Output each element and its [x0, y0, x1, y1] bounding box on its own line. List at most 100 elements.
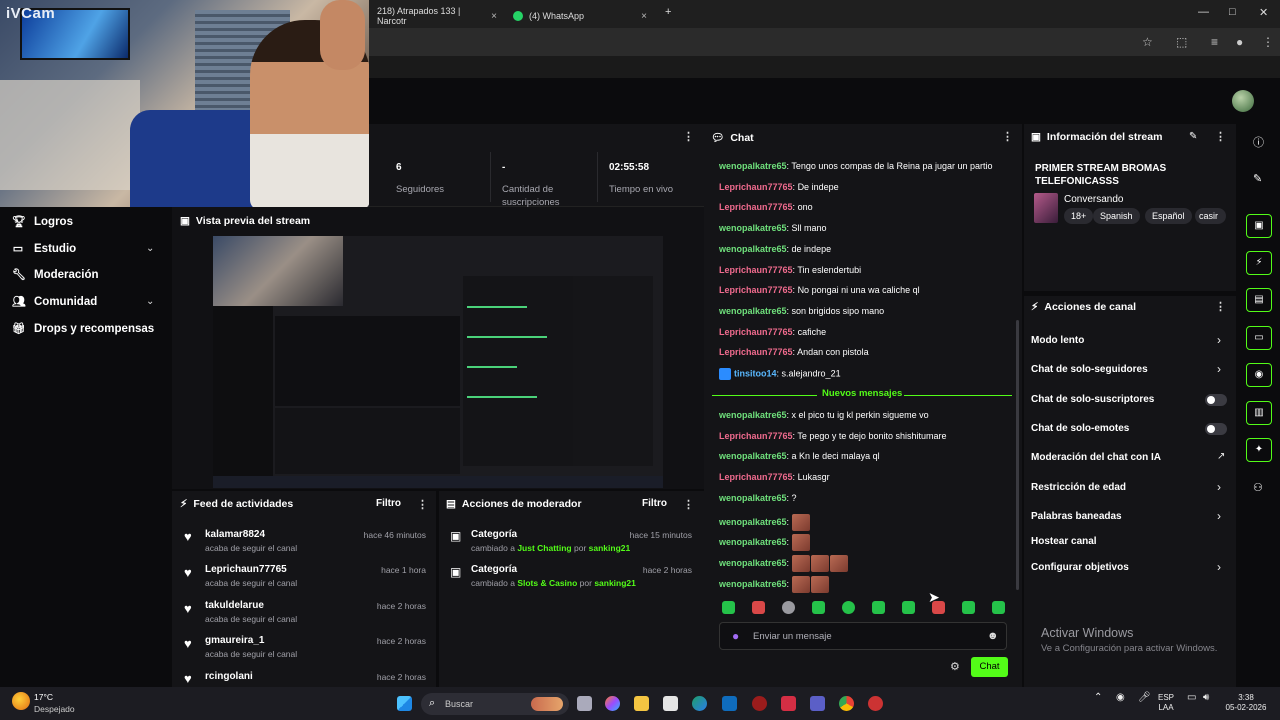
chevron-down-icon[interactable]: ⌄: [146, 243, 154, 254]
store-icon[interactable]: [663, 696, 678, 711]
stream-category[interactable]: Conversando: [1064, 194, 1123, 205]
gear-icon[interactable]: ⚙: [950, 660, 960, 673]
mod-filter-button[interactable]: Filtro: [642, 498, 667, 509]
outlook-icon[interactable]: [722, 696, 737, 711]
emote-image[interactable]: [810, 554, 829, 572]
chat-message-input[interactable]: ● Enviar un mensaje ☻: [719, 622, 1007, 650]
chat-username[interactable]: Leprichaun77765: [719, 347, 793, 357]
chat-menu-icon[interactable]: ⋮: [1002, 130, 1013, 143]
tag[interactable]: 18+: [1064, 208, 1094, 224]
tag[interactable]: casir: [1195, 208, 1226, 224]
chat-username[interactable]: wenopalkatre65: [719, 306, 787, 316]
emote-icon[interactable]: [722, 601, 735, 614]
nav-item-comunidad[interactable]: 👥︎ Comunidad: [12, 295, 97, 309]
chat-username[interactable]: tinsitoo14: [734, 368, 777, 378]
edit-icon[interactable]: ✎: [1189, 131, 1197, 142]
bookmark-star-icon[interactable]: ☆: [1142, 35, 1153, 49]
category-thumbnail[interactable]: [1034, 193, 1058, 223]
chevron-right-icon[interactable]: ›: [1217, 362, 1221, 376]
chevron-right-icon[interactable]: ›: [1217, 333, 1221, 347]
action-banned-words[interactable]: Palabras baneadas: [1031, 511, 1122, 522]
channel-actions-menu-icon[interactable]: ⋮: [1215, 300, 1226, 313]
stream-preview-video[interactable]: [213, 236, 663, 488]
chat-username[interactable]: wenopalkatre65: [719, 161, 787, 171]
rail-button-bolt[interactable]: ⚡︎: [1246, 251, 1272, 275]
network-icon[interactable]: ▭: [1187, 693, 1196, 703]
action-configure-goals[interactable]: Configurar objetivos: [1031, 562, 1129, 573]
emote-icon[interactable]: [902, 601, 915, 614]
nav-item-logros[interactable]: 🏆︎ Logros: [12, 215, 73, 229]
stream-info-menu-icon[interactable]: ⋮: [1215, 130, 1226, 143]
user-avatar[interactable]: [1232, 90, 1254, 112]
chat-username[interactable]: wenopalkatre65: [719, 451, 787, 461]
chat-username[interactable]: wenopalkatre65: [719, 493, 787, 503]
volume-icon[interactable]: 🔊︎: [1203, 693, 1209, 703]
chat-username[interactable]: Leprichaun77765: [719, 472, 793, 482]
emote-icon[interactable]: [782, 601, 795, 614]
feed-user[interactable]: Leprichaun77765: [205, 564, 287, 575]
rail-button-list[interactable]: ▤: [1246, 288, 1272, 312]
app-icon-2[interactable]: [868, 696, 883, 711]
nav-item-estudio[interactable]: ▭ Estudio: [12, 242, 76, 256]
action-slow-mode[interactable]: Modo lento: [1031, 335, 1084, 346]
tab-close-icon[interactable]: ×: [491, 11, 497, 22]
emote-icon[interactable]: [812, 601, 825, 614]
feed-user[interactable]: rcingolani: [205, 671, 253, 682]
rail-button-chat[interactable]: ▭: [1246, 326, 1272, 350]
browser-tab-whatsapp[interactable]: (4) WhatsApp ×: [505, 4, 655, 28]
chat-username[interactable]: Leprichaun77765: [719, 182, 793, 192]
browser-tab-kick[interactable]: 218) Atrapados 133 | Narcotr ×: [369, 4, 505, 28]
taskbar-search[interactable]: ⌕ Buscar: [421, 693, 569, 715]
subscribers-only-toggle[interactable]: [1205, 394, 1227, 406]
obs-icon[interactable]: [781, 696, 796, 711]
nav-item-drops[interactable]: 🎁︎ Drops y recompensas: [12, 322, 154, 336]
app-icon[interactable]: [752, 696, 767, 711]
file-explorer-icon[interactable]: [634, 696, 649, 711]
action-emotes-only[interactable]: Chat de solo-emotes: [1031, 423, 1129, 434]
chat-username[interactable]: wenopalkatre65: [719, 516, 787, 526]
action-ai-moderation[interactable]: Moderación del chat con IA: [1031, 452, 1161, 463]
tag[interactable]: Spanish: [1093, 208, 1140, 224]
media-control-icon[interactable]: ≡: [1211, 35, 1218, 49]
emote-icon[interactable]: [872, 601, 885, 614]
chat-username[interactable]: wenopalkatre65: [719, 537, 787, 547]
chevron-right-icon[interactable]: ›: [1217, 480, 1221, 494]
emote-image[interactable]: [791, 554, 810, 572]
emote-icon[interactable]: [842, 601, 855, 614]
rail-button-camera[interactable]: ▣: [1246, 214, 1272, 238]
mod-menu-icon[interactable]: ⋮: [683, 498, 694, 511]
action-subscribers-only[interactable]: Chat de solo-suscriptores: [1031, 394, 1154, 405]
chat-username[interactable]: Leprichaun77765: [719, 431, 793, 441]
tray-chevron-icon[interactable]: ⌃: [1094, 693, 1102, 703]
emotes-only-toggle[interactable]: [1205, 423, 1227, 435]
feed-filter-button[interactable]: Filtro: [376, 498, 401, 509]
windows-start-icon[interactable]: [397, 696, 412, 711]
chat-username[interactable]: Leprichaun77765: [719, 202, 793, 212]
emote-image[interactable]: [791, 534, 810, 552]
chat-username[interactable]: Leprichaun77765: [719, 265, 793, 275]
microphone-icon[interactable]: ●: [732, 629, 739, 643]
emote-image[interactable]: [829, 554, 848, 572]
extensions-icon[interactable]: ⬚: [1176, 35, 1187, 49]
chat-username[interactable]: wenopalkatre65: [719, 558, 787, 568]
nav-item-moderacion[interactable]: 🔧︎ Moderación: [12, 268, 99, 282]
pencil-icon[interactable]: ✎: [1253, 172, 1262, 185]
language-indicator[interactable]: ESP LAA: [1158, 693, 1174, 713]
action-host-channel[interactable]: Hostear canal: [1031, 536, 1097, 547]
emote-image[interactable]: [791, 575, 810, 593]
community-icon[interactable]: ⚇: [1253, 481, 1263, 494]
stats-menu-icon[interactable]: ⋮: [683, 130, 694, 143]
maximize-button[interactable]: □: [1229, 6, 1236, 18]
emote-icon[interactable]: [752, 601, 765, 614]
info-icon[interactable]: ⓘ: [1253, 134, 1264, 150]
rail-button-broadcast[interactable]: ◉: [1246, 363, 1272, 387]
minimize-button[interactable]: —: [1198, 6, 1209, 18]
profile-icon[interactable]: ●: [1236, 35, 1243, 49]
rail-button-layout[interactable]: ▥: [1246, 401, 1272, 425]
chrome-icon[interactable]: [839, 696, 854, 711]
chat-username[interactable]: Leprichaun77765: [719, 285, 793, 295]
emote-icon[interactable]: [962, 601, 975, 614]
tag[interactable]: Español: [1145, 208, 1192, 224]
edge-icon[interactable]: [692, 696, 707, 711]
chevron-right-icon[interactable]: ›: [1217, 560, 1221, 574]
